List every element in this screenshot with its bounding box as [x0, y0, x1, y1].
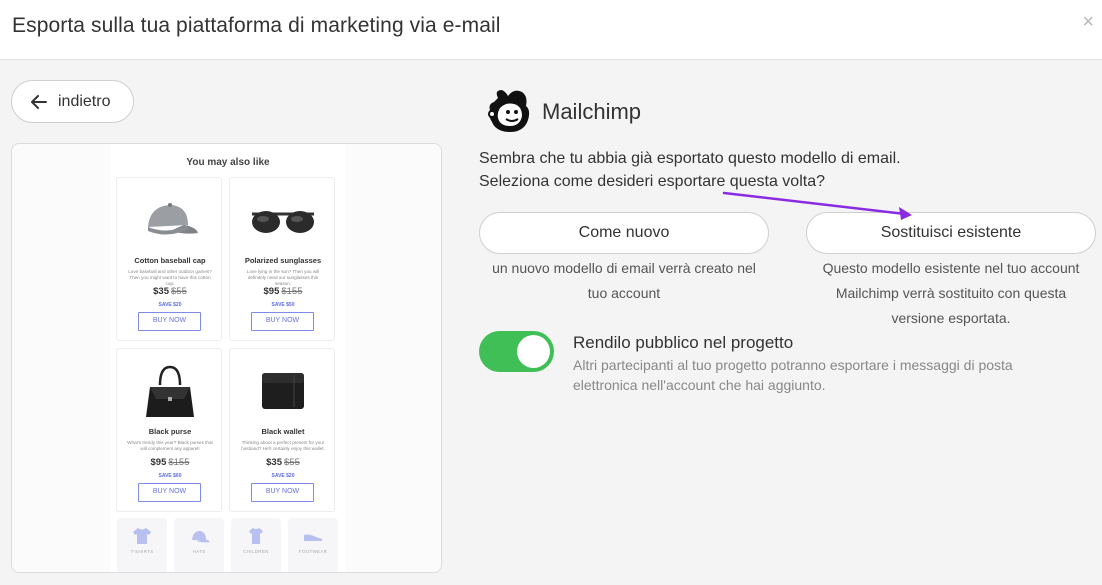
- product-card: Cotton baseball cap Love baseball and ot…: [116, 177, 222, 341]
- product-description: Thinking about a perfect present for you…: [241, 440, 325, 451]
- category-label: T-SHIRTS: [130, 549, 154, 554]
- mailchimp-logo: [488, 90, 530, 132]
- product-saving: SAVE $20: [158, 302, 182, 308]
- description-line: Sembra che tu abbia già esportato questo…: [479, 150, 901, 167]
- product-price: $95 $155: [117, 457, 223, 468]
- product-saving: SAVE $60: [158, 473, 182, 479]
- product-description: Love lying in the sun? Then you will def…: [246, 269, 320, 286]
- old-price: $55: [171, 286, 187, 297]
- old-price: $55: [284, 457, 300, 468]
- product-price: $35 $55: [230, 457, 336, 468]
- toggle-description-line: Altri partecipanti al tuo progetto potra…: [573, 357, 1013, 373]
- sunglasses-icon: [230, 188, 336, 252]
- export-as-new-button[interactable]: Come nuovo: [479, 212, 769, 254]
- product-price: $95 $155: [230, 286, 336, 297]
- close-icon[interactable]: ×: [1082, 12, 1094, 32]
- email-heading: You may also like: [186, 157, 270, 168]
- product-card: Black purse What's trendy this year? Bla…: [116, 348, 222, 512]
- description-line: Seleziona come desideri esportare questa…: [479, 173, 825, 190]
- category-tile: HATS: [174, 518, 224, 572]
- toggle-description-line: elettronica nell'account che hai aggiunt…: [573, 377, 826, 393]
- platform-name: Mailchimp: [542, 99, 642, 124]
- buy-now-button[interactable]: BUY NOW: [251, 483, 314, 502]
- replace-existing-button[interactable]: Sostituisci esistente: [806, 212, 1096, 254]
- product-card: Black wallet Thinking about a perfect pr…: [229, 348, 335, 512]
- toggle-knob: [517, 335, 550, 368]
- footwear-icon: [304, 534, 322, 541]
- product-description: What's trendy this year? Black purses th…: [127, 440, 213, 451]
- wallet-icon: [230, 359, 336, 423]
- replace-existing-description: Questo modello esistente nel tuo account…: [801, 256, 1101, 331]
- product-name: Polarized sunglasses: [244, 256, 322, 265]
- option-description-line: Questo modello esistente nel tuo account: [822, 260, 1080, 276]
- product-name: Black wallet: [261, 427, 305, 436]
- hat-icon: [192, 531, 210, 543]
- price: $35: [153, 286, 169, 297]
- option-description-line: Mailchimp verrà sostituito con questa: [835, 285, 1067, 301]
- purse-icon: [117, 359, 223, 423]
- category-label: FOOTWEAR: [298, 549, 328, 554]
- public-toggle-label: Rendilo pubblico nel progetto: [573, 333, 794, 352]
- option-description-line: versione esportata.: [891, 310, 1011, 326]
- public-toggle-description: Altri partecipanti al tuo progetto potra…: [573, 355, 1073, 395]
- back-button[interactable]: indietro: [11, 80, 134, 123]
- buy-now-button[interactable]: BUY NOW: [138, 312, 201, 331]
- option-description-line: tuo account: [587, 285, 661, 301]
- arrow-left-icon: [31, 94, 47, 109]
- product-card: Polarized sunglasses Love lying in the s…: [229, 177, 335, 341]
- export-as-new-description: un nuovo modello di email verrà creato n…: [479, 256, 769, 306]
- category-tile: FOOTWEAR: [288, 518, 338, 572]
- category-tile: CHILDREN: [231, 518, 281, 572]
- option-description-line: un nuovo modello di email verrà creato n…: [492, 260, 756, 276]
- children-icon: [249, 528, 263, 544]
- category-label: HATS: [192, 549, 206, 554]
- product-description: Love baseball and other outdoor games? T…: [128, 269, 212, 286]
- template-preview: You may also like Cotton baseball cap Lo…: [11, 143, 442, 573]
- product-price: $35 $55: [117, 286, 223, 297]
- product-saving: SAVE $50: [271, 302, 295, 308]
- price: $95: [150, 457, 167, 468]
- cap-icon: [117, 188, 223, 252]
- old-price: $155: [168, 457, 190, 468]
- category-label: CHILDREN: [243, 549, 269, 554]
- dialog-header: Esporta sulla tua piattaforma di marketi…: [0, 0, 1102, 60]
- public-toggle[interactable]: [479, 331, 554, 372]
- email-preview: You may also like Cotton baseball cap Lo…: [110, 144, 346, 572]
- product-saving: SAVE $20: [271, 473, 295, 479]
- price: $35: [266, 457, 282, 468]
- product-name: Black purse: [148, 427, 192, 436]
- buy-now-button[interactable]: BUY NOW: [138, 483, 201, 502]
- tshirt-icon: [133, 528, 151, 544]
- back-button-label: indietro: [58, 92, 111, 110]
- price: $95: [263, 286, 280, 297]
- product-name: Cotton baseball cap: [134, 256, 206, 265]
- buy-now-button[interactable]: BUY NOW: [251, 312, 314, 331]
- export-description: Sembra che tu abbia già esportato questo…: [479, 147, 901, 193]
- old-price: $155: [281, 286, 303, 297]
- category-tile: T-SHIRTS: [117, 518, 167, 572]
- dialog-title: Esporta sulla tua piattaforma di marketi…: [12, 14, 501, 37]
